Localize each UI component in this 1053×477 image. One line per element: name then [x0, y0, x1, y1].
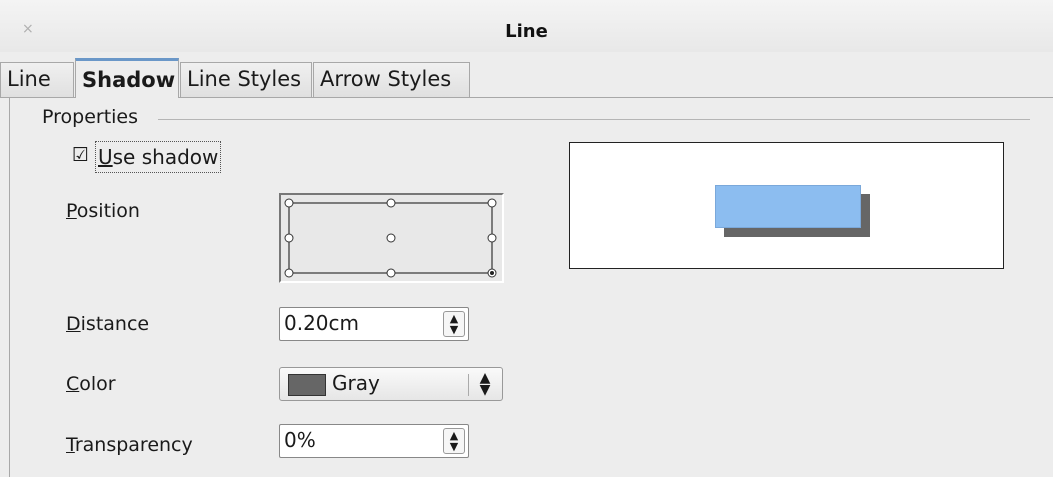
use-shadow-label[interactable]: Use shadow	[95, 141, 222, 173]
tab-arrow-styles[interactable]: Arrow Styles	[313, 62, 470, 97]
position-bottom-center[interactable]	[386, 268, 396, 278]
distance-label: Distance	[66, 313, 150, 335]
tab-line-styles[interactable]: Line Styles	[180, 62, 312, 97]
title-bar: × Line	[0, 0, 1053, 52]
properties-divider	[158, 119, 1030, 120]
position-bottom-left[interactable]	[284, 268, 294, 278]
spin-down-icon[interactable]: ▼	[444, 441, 464, 452]
position-label: Position	[66, 200, 140, 222]
color-swatch	[288, 374, 326, 396]
distance-spinbox[interactable]: 0.20cm ▲ ▼	[279, 307, 469, 341]
distance-value[interactable]: 0.20cm	[284, 311, 359, 335]
preview-object	[715, 185, 861, 228]
shadow-preview	[569, 142, 1004, 269]
window-title: Line	[505, 21, 548, 42]
position-top-left[interactable]	[284, 198, 294, 208]
color-value: Gray	[332, 371, 380, 395]
position-middle-right[interactable]	[487, 233, 497, 243]
select-separator	[468, 374, 469, 396]
position-top-center[interactable]	[386, 198, 396, 208]
panel-border	[9, 98, 10, 477]
color-select[interactable]: Gray ▲ ▼	[279, 367, 503, 401]
spin-down-icon[interactable]: ▼	[444, 324, 464, 335]
distance-spin-buttons[interactable]: ▲ ▼	[443, 311, 465, 337]
transparency-label: Transparency	[66, 434, 193, 456]
transparency-spinbox[interactable]: 0% ▲ ▼	[279, 424, 469, 458]
position-grid[interactable]	[279, 193, 504, 283]
transparency-spin-buttons[interactable]: ▲ ▼	[443, 428, 465, 454]
chevron-updown-icon[interactable]: ▲ ▼	[476, 371, 494, 397]
tab-bar: Line Shadow Line Styles Arrow Styles	[0, 58, 1053, 98]
position-grid-lines	[284, 198, 497, 278]
color-label: Color	[66, 373, 116, 395]
properties-heading: Properties	[42, 106, 139, 128]
position-center[interactable]	[386, 233, 396, 243]
tab-line[interactable]: Line	[0, 62, 74, 97]
tab-shadow[interactable]: Shadow	[75, 58, 179, 98]
position-middle-left[interactable]	[284, 233, 294, 243]
transparency-value[interactable]: 0%	[284, 428, 316, 452]
position-top-right[interactable]	[487, 198, 497, 208]
checkbox-checked-icon[interactable]: ☑	[72, 144, 89, 166]
position-selected-dot	[490, 271, 494, 275]
